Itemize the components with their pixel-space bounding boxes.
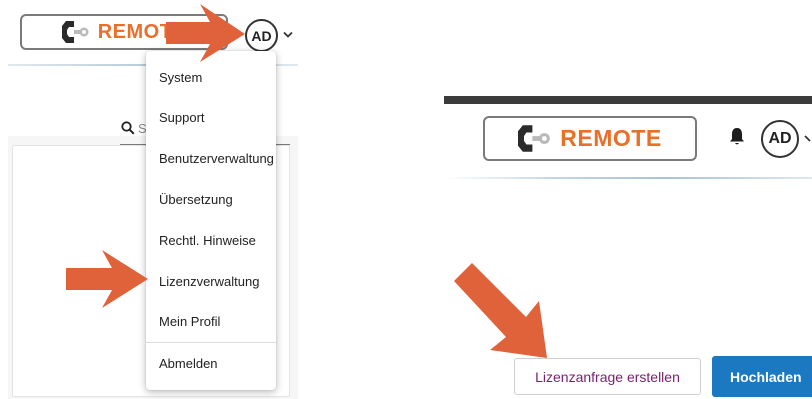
menu-item-label: Lizenzverwaltung bbox=[159, 273, 260, 289]
menu-item-license-management[interactable]: Lizenzverwaltung bbox=[146, 261, 276, 301]
user-dropdown-menu: System Support Benutzerverwaltung Überse… bbox=[146, 51, 276, 390]
menu-item-label: Support bbox=[159, 109, 205, 125]
annotation-arrow bbox=[454, 263, 547, 358]
remote-logo-icon bbox=[518, 125, 551, 152]
right-user-avatar[interactable]: AD bbox=[761, 120, 799, 158]
menu-item-translation[interactable]: Übersetzung bbox=[146, 179, 276, 219]
menu-item-system[interactable]: System bbox=[146, 57, 276, 97]
annotation-arrow bbox=[166, 4, 245, 62]
menu-item-label: Mein Profil bbox=[159, 313, 221, 329]
menu-item-support[interactable]: Support bbox=[146, 97, 276, 137]
create-license-request-button[interactable]: Lizenzanfrage erstellen bbox=[514, 358, 701, 395]
upload-label: Hochladen bbox=[730, 368, 802, 385]
right-window-topbar bbox=[444, 96, 812, 104]
menu-item-user-management[interactable]: Benutzerverwaltung bbox=[146, 138, 276, 178]
right-logo-button[interactable]: REMOTE bbox=[483, 116, 697, 161]
annotation-arrow bbox=[66, 250, 148, 308]
menu-item-label: System bbox=[159, 69, 203, 85]
right-logo-text: REMOTE bbox=[560, 125, 662, 151]
menu-item-label: Übersetzung bbox=[159, 191, 233, 207]
create-license-request-label: Lizenzanfrage erstellen bbox=[535, 368, 680, 385]
right-avatar-initials: AD bbox=[768, 130, 792, 147]
chevron-down-icon[interactable] bbox=[804, 134, 812, 144]
search-icon bbox=[121, 121, 135, 135]
right-header-divider bbox=[444, 177, 812, 179]
chevron-down-icon[interactable] bbox=[283, 31, 293, 39]
remote-logo-icon bbox=[61, 21, 89, 43]
left-avatar-initials: AD bbox=[251, 27, 272, 44]
menu-item-legal-notices[interactable]: Rechtl. Hinweise bbox=[146, 220, 276, 260]
menu-item-label: Benutzerverwaltung bbox=[159, 150, 274, 166]
bell-icon[interactable] bbox=[729, 127, 745, 146]
menu-item-my-profile[interactable]: Mein Profil bbox=[146, 301, 276, 341]
upload-button[interactable]: Hochladen bbox=[712, 356, 812, 397]
menu-item-label: Abmelden bbox=[159, 355, 218, 371]
menu-item-logout[interactable]: Abmelden bbox=[146, 343, 276, 383]
menu-item-label: Rechtl. Hinweise bbox=[159, 232, 256, 248]
left-user-avatar[interactable]: AD bbox=[245, 19, 278, 52]
